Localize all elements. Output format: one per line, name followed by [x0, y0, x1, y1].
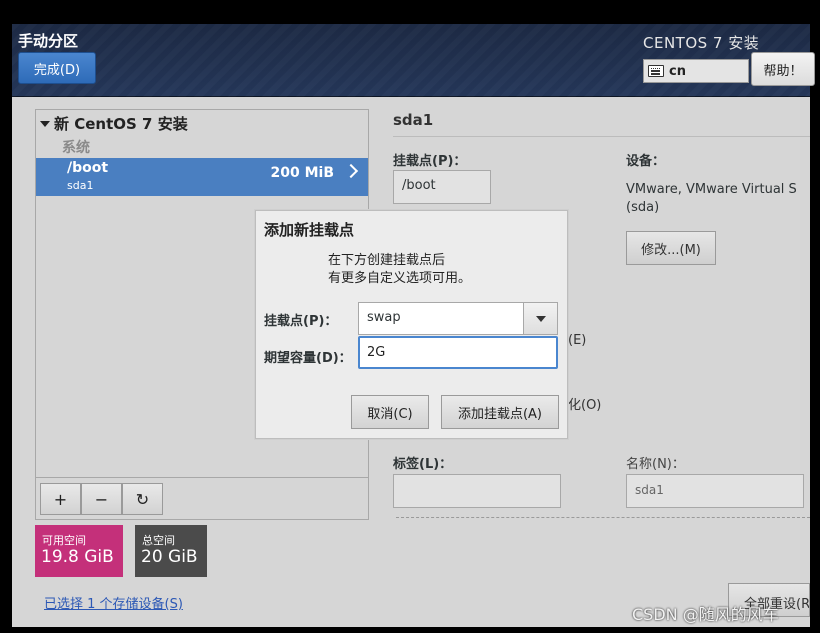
remove-partition-button[interactable]: − [81, 483, 122, 515]
reformat-option-fragment[interactable]: 化(O) [568, 394, 601, 413]
partition-name: /boot [67, 160, 109, 176]
device-value: VMware, VMware Virtual S (sda) [626, 181, 797, 217]
partition-detail-title: sda1 [393, 111, 434, 129]
selected-storage-link[interactable]: 已选择 1 个存储设备(S) [44, 593, 183, 612]
mount-point-label: 挂载点(P)： [393, 154, 467, 169]
desired-capacity-label: 期望容量(D)： [264, 351, 352, 366]
tag-field[interactable] [393, 474, 561, 508]
add-mount-point-button[interactable]: 添加挂载点(A) [441, 395, 559, 429]
help-button[interactable]: 帮助！ [751, 52, 815, 86]
tag-label: 标签(L)： [393, 457, 453, 472]
desired-capacity-input[interactable] [358, 336, 558, 369]
dialog-description-line1: 在下方创建挂载点后 [328, 253, 446, 268]
system-group-label: 系统 [62, 140, 90, 156]
dialog-description: 在下方创建挂载点后 有更多自定义选项可用。 [328, 252, 471, 288]
combobox-dropdown-button[interactable] [523, 303, 557, 334]
dialog-description-line2: 有更多自定义选项可用。 [328, 271, 472, 286]
tree-header[interactable]: 新 CentOS 7 安装 [40, 113, 188, 134]
partition-size: 200 MiB [270, 165, 335, 181]
add-mount-point-dialog: 添加新挂载点 在下方创建挂载点后 有更多自定义选项可用。 挂载点(P)： swa… [255, 210, 568, 439]
chevron-down-icon [535, 315, 546, 322]
top-header: 手动分区 完成(D) CENTOS 7 安装 cn 帮助！ [12, 24, 815, 97]
keyboard-layout-label: cn [669, 63, 686, 79]
watermark: CSDN @随风的风车 [632, 605, 779, 624]
dialog-title: 添加新挂载点 [264, 221, 355, 239]
partition-row-boot[interactable]: /boot sda1 200 MiB [36, 158, 368, 196]
install-title: CENTOS 7 安装 [643, 34, 760, 52]
refresh-button[interactable]: ↻ [122, 483, 163, 515]
expand-arrow-icon[interactable] [40, 120, 50, 127]
chevron-right-icon [343, 163, 359, 179]
name-field[interactable]: sda1 [626, 474, 804, 508]
dashed-divider [396, 517, 810, 518]
available-space-value: 19.8 GiB [41, 547, 114, 567]
mount-point-value[interactable]: swap [367, 310, 401, 325]
divider [393, 136, 810, 137]
cancel-button[interactable]: 取消(C) [351, 395, 429, 429]
total-space-value: 20 GiB [141, 547, 198, 567]
partition-toolbar: + − ↻ [36, 477, 368, 520]
add-partition-button[interactable]: + [40, 483, 81, 515]
keyboard-layout-indicator[interactable]: cn [643, 59, 749, 83]
device-value-line1: VMware, VMware Virtual S [626, 182, 797, 197]
keyboard-icon [648, 65, 664, 77]
mount-point-field[interactable]: /boot [393, 170, 491, 204]
mount-point-combobox[interactable]: swap [358, 302, 558, 335]
available-space-label: 可用空间 [42, 534, 86, 547]
available-space-box: 可用空间 19.8 GiB [35, 525, 123, 577]
total-space-box: 总空间 20 GiB [135, 525, 207, 577]
done-button[interactable]: 完成(D) [18, 52, 96, 84]
modify-device-button[interactable]: 修改...(M) [626, 231, 716, 265]
page-title: 手动分区 [18, 32, 79, 50]
encrypt-option-fragment[interactable]: (E) [568, 333, 586, 348]
tree-header-label: 新 CentOS 7 安装 [54, 115, 188, 133]
name-label: 名称(N)： [626, 457, 685, 472]
dialog-mount-point-label: 挂载点(P)： [264, 314, 338, 329]
device-label: 设备： [626, 154, 666, 169]
total-space-label: 总空间 [142, 534, 175, 547]
partition-device: sda1 [67, 179, 94, 192]
device-value-line2: (sda) [626, 200, 660, 215]
